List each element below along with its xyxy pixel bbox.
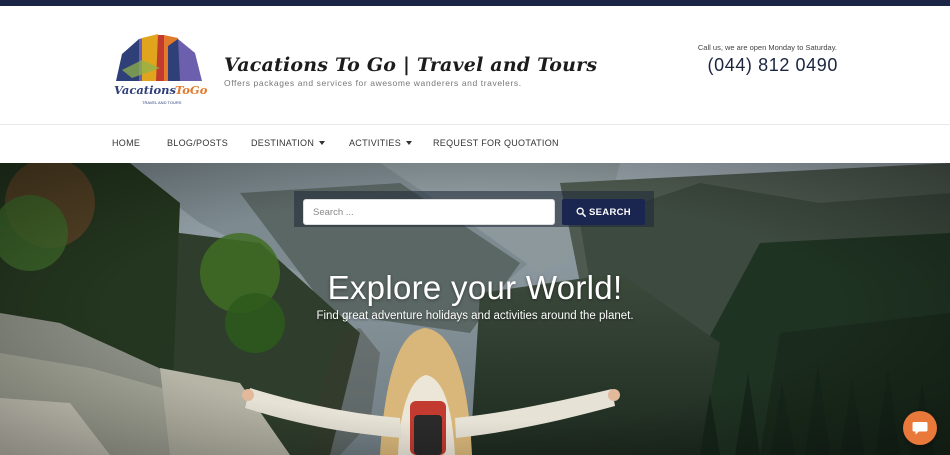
- svg-text:TRAVEL AND TOURS: TRAVEL AND TOURS: [142, 100, 182, 105]
- chevron-down-icon: [319, 140, 326, 145]
- nav-item-label: REQUEST FOR QUOTATION: [433, 138, 559, 148]
- chevron-down-icon: [406, 140, 413, 145]
- vacations-to-go-logo[interactable]: Vacations ToGo TRAVEL AND TOURS: [112, 32, 212, 112]
- main-nav: HOME BLOG/POSTS DESTINATION ACTIVITIES R…: [0, 124, 950, 164]
- search-button-label: SEARCH: [589, 206, 631, 218]
- search-button[interactable]: SEARCH: [562, 199, 645, 225]
- search-input[interactable]: [303, 199, 555, 225]
- site-tagline: Offers packages and services for awesome…: [224, 78, 522, 88]
- nav-item-blog-posts[interactable]: BLOG/POSTS: [167, 138, 228, 148]
- phone-number[interactable]: (044) 812 0490: [708, 55, 839, 76]
- svg-text:Vacations: Vacations: [114, 83, 176, 97]
- site-header: Vacations ToGo TRAVEL AND TOURS Vacation…: [0, 6, 950, 124]
- nav-item-activities[interactable]: ACTIVITIES: [349, 138, 413, 148]
- nav-item-label: HOME: [112, 138, 141, 148]
- call-hours-text: Call us, we are open Monday to Saturday.: [697, 43, 837, 52]
- nav-item-destination[interactable]: DESTINATION: [251, 138, 326, 148]
- chat-button[interactable]: [903, 411, 937, 445]
- chat-bubble-icon: [912, 421, 928, 434]
- nav-item-label: BLOG/POSTS: [167, 138, 229, 148]
- nav-item-request-for-quotation[interactable]: REQUEST FOR QUOTATION: [433, 138, 559, 148]
- nav-item-label: ACTIVITIES: [349, 138, 402, 148]
- hero-subtitle: Find great adventure holidays and activi…: [316, 310, 634, 322]
- nav-item-label: DESTINATION: [251, 138, 315, 148]
- search-icon: [576, 207, 586, 217]
- site-title[interactable]: Vacations To Go | Travel and Tours: [224, 54, 597, 76]
- nav-item-home[interactable]: HOME: [112, 138, 140, 148]
- hero-title: Explore your World!: [327, 269, 623, 306]
